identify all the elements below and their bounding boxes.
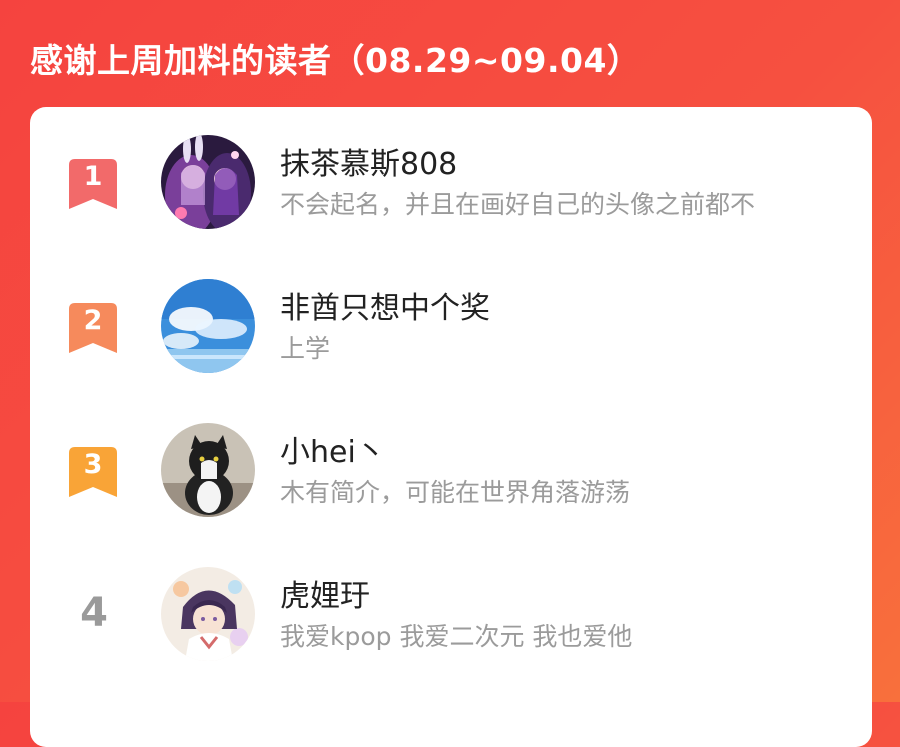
reader-name: 非酋只想中个奖 — [280, 291, 490, 326]
reader-bio: 不会起名，并且在画好自己的头像之前都不 — [280, 190, 756, 219]
rank-badge-1: 1 — [69, 159, 117, 209]
rank-number: 4 — [80, 590, 108, 636]
reader-bio: 我爱kpop 我爱二次元 我也爱他 — [280, 622, 633, 651]
reader-row[interactable]: 1 抹茶慕斯808 不会起名，并且在画好自己的头像之前都不 — [30, 107, 872, 237]
blue-sky-clouds-avatar-icon — [161, 279, 255, 373]
avatar[interactable] — [161, 567, 255, 661]
black-white-cat-avatar-icon — [161, 423, 255, 517]
rank-number: 1 — [83, 161, 103, 192]
reader-bio: 木有简介，可能在世界角落游荡 — [280, 478, 631, 507]
rank-number: 2 — [83, 305, 103, 336]
reader-row[interactable]: 4 虎娌玗 我爱kpop 我爱二次元 我也爱他 — [30, 539, 872, 669]
reader-name: 抹茶慕斯808 — [280, 147, 458, 182]
rank-badge-2: 2 — [69, 303, 117, 353]
rank-badge-3: 3 — [69, 447, 117, 497]
anime-bunny-girls-avatar-icon — [161, 135, 255, 229]
reader-name: 虎娌玗 — [280, 579, 370, 614]
reader-bio: 上学 — [280, 334, 331, 363]
rank-number: 3 — [83, 449, 103, 480]
page-title: 感谢上周加料的读者（08.29~09.04） — [30, 41, 641, 80]
avatar[interactable] — [161, 423, 255, 517]
avatar[interactable] — [161, 279, 255, 373]
reader-row[interactable]: 2 非酋只想中个奖 上学 — [30, 251, 872, 381]
reader-name: 小hei丶 — [280, 435, 386, 470]
readers-list-card: 1 抹茶慕斯808 不会起名，并且在画好自己的头像之前都不 2 非酋只想中个奖 … — [30, 107, 872, 747]
avatar[interactable] — [161, 135, 255, 229]
reader-row[interactable]: 3 小hei丶 木有简介，可能在世界角落游荡 — [30, 395, 872, 525]
anime-character-avatar-icon — [161, 567, 255, 661]
